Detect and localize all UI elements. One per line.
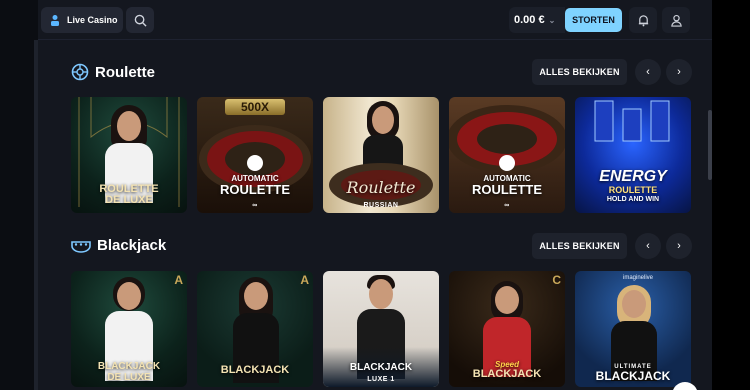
roulette-section-header: Roulette ALLES BEKIJKEN ‹ › (38, 59, 712, 87)
user-icon (670, 14, 682, 27)
infinity-icon: ∞ (504, 202, 510, 209)
app-container: Live Casino 0.00 € ⌄ STORTEN Roulette AL… (38, 0, 712, 390)
infinity-icon: ∞ (252, 202, 258, 209)
live-casino-label: Live Casino (67, 15, 118, 25)
tile-caption: BLACKJACK DE LUXE (97, 361, 161, 383)
tile-caption: AUTOMATIC ROULETTE (471, 173, 543, 198)
tile-caption: BLACKJACK (220, 364, 290, 377)
game-tile-ultimate-blackjack[interactable]: imaginelive ULTIMATE BLACKJACK (575, 271, 691, 387)
top-bar: Live Casino 0.00 € ⌄ STORTEN (38, 0, 712, 40)
provider-label: imaginelive (623, 275, 654, 281)
tile-caption: BLACKJACK (349, 361, 413, 373)
roulette-next-button[interactable]: › (666, 59, 692, 85)
roulette-carousel: ROULETTE DE LUXE 500X AUTOMATIC ROULETTE … (71, 97, 711, 215)
blackjack-section-header: Blackjack ALLES BEKIJKEN ‹ › (38, 233, 712, 261)
blackjack-carousel: A BLACKJACK DE LUXE A BLACKJACK BLACKJAC… (71, 271, 711, 389)
blackjack-next-button[interactable]: › (666, 233, 692, 259)
game-tile-speed-blackjack[interactable]: C Speed BLACKJACK (449, 271, 565, 387)
bell-icon (638, 14, 648, 26)
dealer-icon (51, 15, 59, 26)
tile-subtitle: LUXE 1 (367, 376, 395, 383)
game-tile-500x-automatic-roulette[interactable]: 500X AUTOMATIC ROULETTE ∞ (197, 97, 313, 213)
game-tile-blackjack-a[interactable]: A BLACKJACK (197, 271, 313, 387)
blackjack-view-all-button[interactable]: ALLES BEKIJKEN (532, 233, 627, 259)
chevron-left-icon: ‹ (646, 66, 650, 78)
chevron-right-icon: › (677, 66, 681, 78)
tile-caption: AUTOMATIC ROULETTE (219, 173, 291, 198)
game-tile-roulette-de-luxe[interactable]: ROULETTE DE LUXE (71, 97, 187, 213)
blackjack-prev-button[interactable]: ‹ (635, 233, 661, 259)
game-tile-blackjack-de-luxe[interactable]: A BLACKJACK DE LUXE (71, 271, 187, 387)
search-button[interactable] (126, 7, 154, 33)
tile-subtitle: RUSSIAN (363, 202, 399, 209)
game-tile-energy-roulette[interactable]: ENERGY ROULETTE HOLD AND WIN (575, 97, 691, 213)
chevron-down-icon: ⌄ (548, 15, 556, 25)
tile-caption: ROULETTE DE LUXE (99, 182, 159, 207)
blackjack-title: Blackjack (71, 237, 166, 254)
roulette-title: Roulette (71, 63, 155, 81)
tile-caption: ULTIMATE BLACKJACK (595, 364, 671, 384)
chevron-right-icon: › (677, 240, 681, 252)
tile-caption: ENERGY ROULETTE HOLD AND WIN (599, 168, 667, 203)
corner-letter: C (552, 273, 561, 287)
tile-caption: Speed BLACKJACK (472, 360, 542, 381)
corner-letter: A (174, 273, 183, 287)
roulette-view-all-button[interactable]: ALLES BEKIJKEN (532, 59, 627, 85)
notifications-button[interactable] (629, 7, 657, 33)
deposit-button[interactable]: STORTEN (565, 8, 622, 32)
roulette-prev-button[interactable]: ‹ (635, 59, 661, 85)
search-icon (134, 14, 147, 27)
game-tile-blackjack-luxe-1[interactable]: BLACKJACK LUXE 1 (323, 271, 439, 387)
right-margin (712, 0, 750, 390)
balance-amount: 0.00 € (514, 14, 545, 26)
game-tile-automatic-roulette[interactable]: AUTOMATIC ROULETTE ∞ (449, 97, 565, 213)
blackjack-table-icon (71, 240, 91, 253)
automatic-logo-icon (499, 155, 515, 171)
multiplier-columns-image (594, 100, 670, 142)
account-button[interactable] (662, 7, 690, 33)
roulette-wheel-icon (71, 63, 89, 81)
left-sidebar-strip (0, 0, 38, 390)
tile-caption: Roulette (346, 178, 416, 198)
chevron-left-icon: ‹ (646, 240, 650, 252)
live-casino-button[interactable]: Live Casino (41, 7, 123, 33)
corner-letter: A (300, 273, 309, 287)
balance-dropdown[interactable]: 0.00 € ⌄ (509, 7, 565, 33)
automatic-logo-icon (247, 155, 263, 171)
game-tile-russian-roulette[interactable]: Roulette RUSSIAN (323, 97, 439, 213)
scrollbar[interactable] (708, 110, 712, 180)
